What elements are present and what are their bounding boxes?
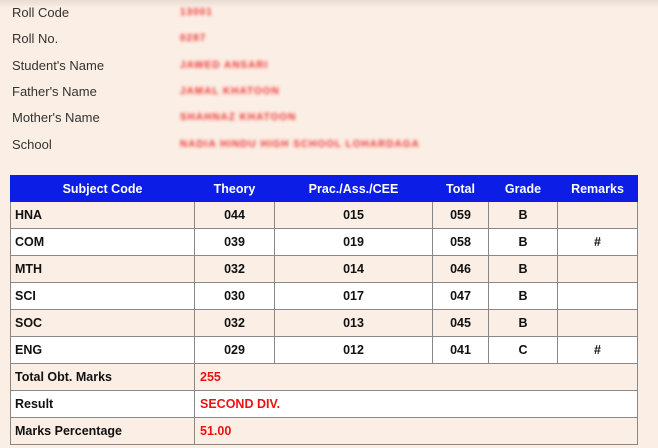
- info-label: Roll Code: [12, 4, 70, 20]
- summary-label: Total Obt. Marks: [10, 363, 195, 391]
- table-row: COM 039 019 058 B #: [10, 228, 638, 256]
- practical-cell: 017: [274, 282, 433, 310]
- table-header-row: Subject Code Theory Prac./Ass./CEE Total…: [10, 175, 638, 202]
- header-grade: Grade: [488, 175, 558, 202]
- info-value-redacted: 13001: [180, 6, 213, 18]
- total-cell: 058: [432, 228, 489, 256]
- remarks-cell: #: [557, 336, 638, 364]
- header-total: Total: [432, 175, 489, 202]
- remarks-cell: [557, 282, 638, 310]
- table-row: HNA 044 015 059 B: [10, 201, 638, 229]
- remarks-cell: [557, 255, 638, 283]
- practical-cell: 013: [274, 309, 433, 337]
- info-label: Roll No.: [12, 30, 59, 46]
- grade-cell: B: [488, 201, 558, 229]
- summary-value: SECOND DIV.: [194, 390, 638, 418]
- table-row: SOC 032 013 045 B: [10, 309, 638, 337]
- subject-cell: HNA: [10, 201, 195, 229]
- marks-table: Subject Code Theory Prac./Ass./CEE Total…: [10, 175, 638, 445]
- info-row-student-name: Student's Name JAWED ANSARI: [12, 55, 268, 75]
- total-cell: 046: [432, 255, 489, 283]
- remarks-cell: [557, 201, 638, 229]
- theory-cell: 030: [194, 282, 275, 310]
- info-row-roll-no: Roll No. 0287: [12, 28, 206, 48]
- info-label: Student's Name: [12, 57, 105, 73]
- grade-cell: C: [488, 336, 558, 364]
- theory-cell: 032: [194, 309, 275, 337]
- theory-cell: 032: [194, 255, 275, 283]
- theory-cell: 044: [194, 201, 275, 229]
- theory-cell: 029: [194, 336, 275, 364]
- subject-cell: ENG: [10, 336, 195, 364]
- summary-label: Marks Percentage: [10, 417, 195, 445]
- info-value-redacted: SHAHNAZ KHATOON: [180, 111, 297, 123]
- info-value-redacted: JAWED ANSARI: [180, 59, 269, 71]
- info-value-redacted: NADIA HINDU HIGH SCHOOL LOHARDAGA: [180, 138, 420, 150]
- theory-cell: 039: [194, 228, 275, 256]
- info-label: School: [12, 136, 52, 152]
- total-cell: 041: [432, 336, 489, 364]
- grade-cell: B: [488, 309, 558, 337]
- header-theory: Theory: [194, 175, 275, 202]
- summary-row-total-marks: Total Obt. Marks 255: [10, 363, 638, 391]
- grade-cell: B: [488, 228, 558, 256]
- total-cell: 045: [432, 309, 489, 337]
- header-remarks: Remarks: [557, 175, 638, 202]
- summary-row-percentage: Marks Percentage 51.00: [10, 417, 638, 445]
- info-row-roll-code: Roll Code 13001: [12, 2, 213, 22]
- summary-row-result: Result SECOND DIV.: [10, 390, 638, 418]
- info-value-redacted: 0287: [180, 32, 207, 44]
- summary-value: 255: [194, 363, 638, 391]
- practical-cell: 019: [274, 228, 433, 256]
- total-cell: 059: [432, 201, 489, 229]
- summary-value: 51.00: [194, 417, 638, 445]
- info-label: Mother's Name: [12, 109, 100, 125]
- info-value-redacted: JAMAL KHATOON: [180, 85, 280, 97]
- table-row: SCI 030 017 047 B: [10, 282, 638, 310]
- practical-cell: 015: [274, 201, 433, 229]
- remarks-cell: [557, 309, 638, 337]
- practical-cell: 014: [274, 255, 433, 283]
- grade-cell: B: [488, 282, 558, 310]
- info-row-mother-name: Mother's Name SHAHNAZ KHATOON: [12, 107, 296, 127]
- summary-label: Result: [10, 390, 195, 418]
- subject-cell: SCI: [10, 282, 195, 310]
- subject-cell: COM: [10, 228, 195, 256]
- info-row-school: School NADIA HINDU HIGH SCHOOL LOHARDAGA: [12, 134, 420, 154]
- subject-cell: SOC: [10, 309, 195, 337]
- info-row-father-name: Father's Name JAMAL KHATOON: [12, 81, 280, 101]
- grade-cell: B: [488, 255, 558, 283]
- remarks-cell: #: [557, 228, 638, 256]
- table-row: ENG 029 012 041 C #: [10, 336, 638, 364]
- header-practical: Prac./Ass./CEE: [274, 175, 433, 202]
- subject-cell: MTH: [10, 255, 195, 283]
- info-label: Father's Name: [12, 83, 97, 99]
- table-row: MTH 032 014 046 B: [10, 255, 638, 283]
- header-subject-code: Subject Code: [10, 175, 195, 202]
- total-cell: 047: [432, 282, 489, 310]
- practical-cell: 012: [274, 336, 433, 364]
